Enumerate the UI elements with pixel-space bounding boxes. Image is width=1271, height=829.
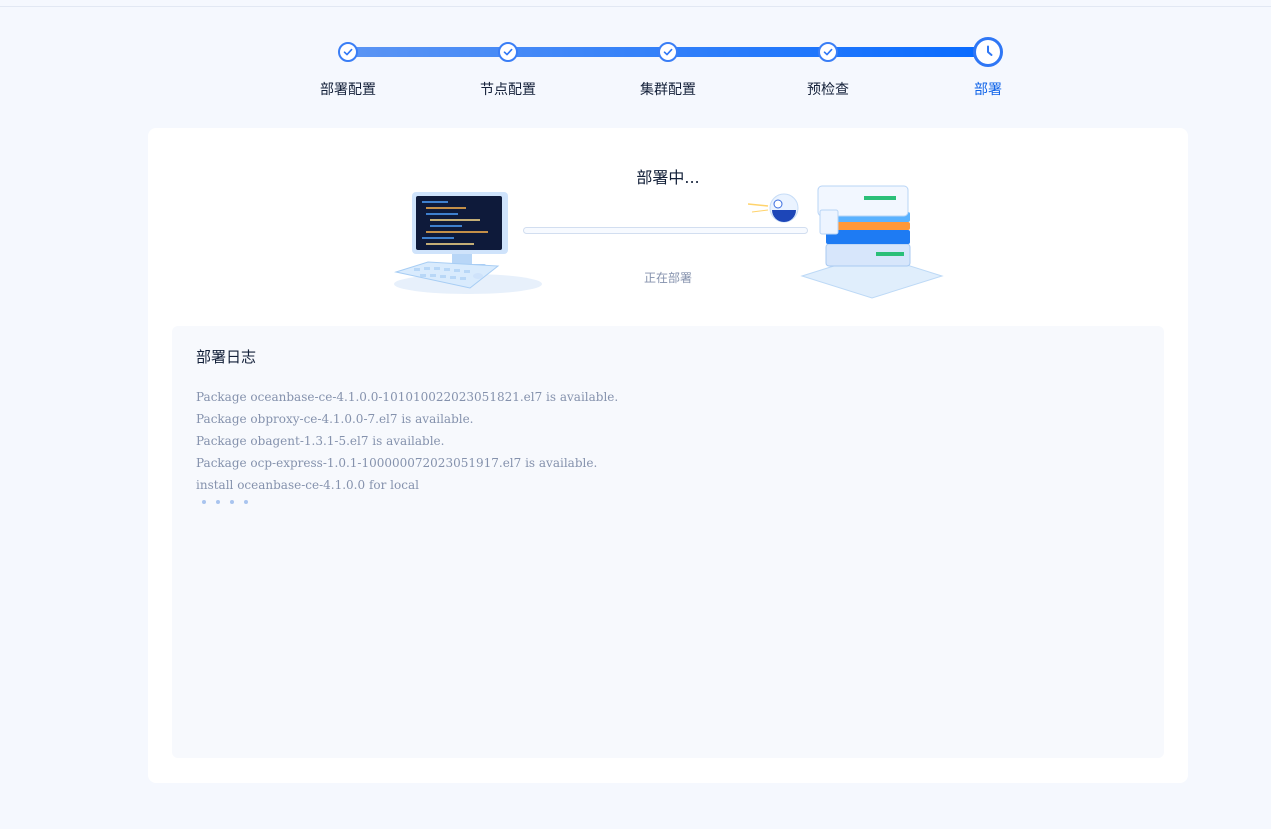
log-line: Package oceanbase-ce-4.1.0.0-10101002202… (196, 390, 619, 404)
step-3-check-icon (658, 42, 678, 62)
deploy-progress-bar (523, 227, 808, 234)
log-loading-dots-icon (202, 500, 248, 504)
step-1-check-icon (338, 42, 358, 62)
deploy-card: 部署中... 正在部署 部署日志 Package oceanbase-ce-4.… (148, 128, 1188, 783)
steps-bar: 部署配置 节点配置 集群配置 预检查 部署 (0, 0, 1271, 110)
step-5-clock-icon (973, 37, 1003, 67)
log-line: Package obproxy-ce-4.1.0.0-7.el7 is avai… (196, 412, 474, 426)
step-4-check-icon (818, 42, 838, 62)
deploy-log-lines: Package oceanbase-ce-4.1.0.0-10101002202… (196, 386, 618, 496)
deploy-status-subtitle: 正在部署 (643, 271, 692, 285)
deploy-log-panel: 部署日志 Package oceanbase-ce-4.1.0.0-101010… (172, 326, 1164, 758)
log-line: Package obagent-1.3.1-5.el7 is available… (196, 434, 445, 448)
step-label-node-config: 节点配置 (480, 82, 536, 98)
step-label-precheck: 预检查 (807, 82, 849, 98)
log-line: Package ocp-express-1.0.1-10000007202305… (196, 456, 598, 470)
step-label-deploy: 部署 (974, 82, 1002, 98)
log-line: install oceanbase-ce-4.1.0.0 for local (196, 478, 419, 492)
step-2-check-icon (498, 42, 518, 62)
step-label-deploy-config: 部署配置 (320, 82, 376, 98)
deploy-status-title: 部署中... (636, 168, 700, 187)
deploy-log-title: 部署日志 (196, 348, 257, 366)
step-label-cluster-config: 集群配置 (640, 82, 696, 98)
